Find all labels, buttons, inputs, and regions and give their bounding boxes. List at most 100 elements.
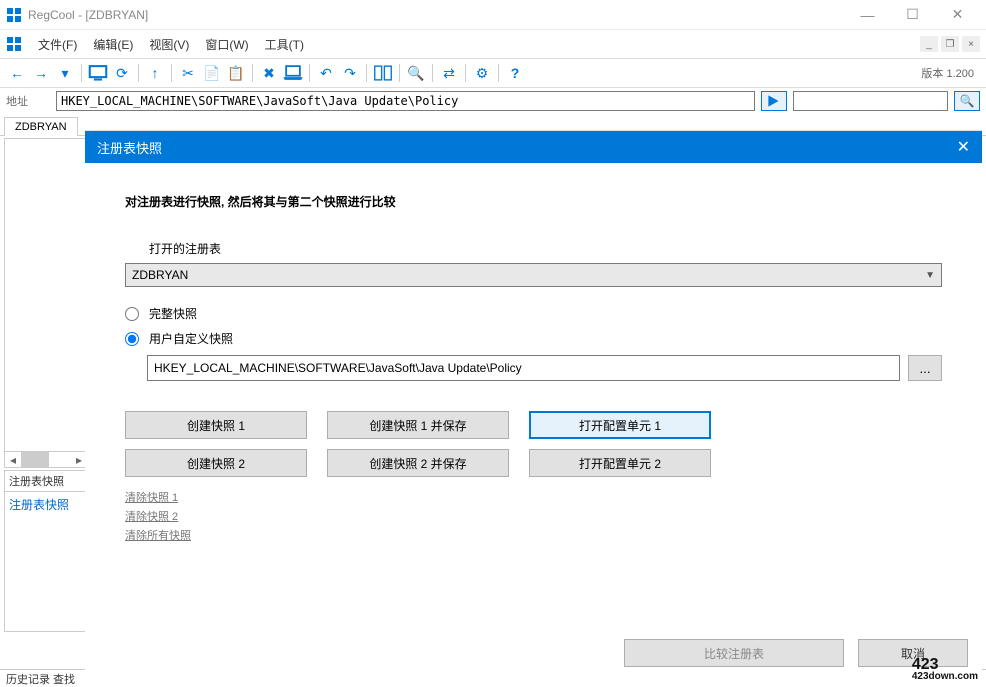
dialog-body: 对注册表进行快照, 然后将其与第二个快照进行比较 打开的注册表 ZDBRYAN … [85, 163, 982, 629]
minimize-button[interactable]: — [845, 1, 890, 29]
horizontal-scrollbar[interactable]: ◂ ▸ [5, 451, 87, 467]
snapshot-item[interactable]: 注册表快照 [9, 498, 69, 512]
dialog-close-icon[interactable]: ✕ [957, 137, 970, 157]
scroll-left-icon[interactable]: ◂ [5, 452, 21, 467]
dialog-title: 注册表快照 [97, 138, 162, 157]
registry-combo[interactable]: ZDBRYAN ▼ [125, 263, 942, 287]
open-hive-2-button[interactable]: 打开配置单元 2 [529, 449, 711, 477]
copy-icon[interactable]: 📄 [201, 62, 223, 84]
app-menu-icon [6, 36, 22, 52]
separator [171, 64, 172, 82]
mdi-controls: _ ❐ × [920, 36, 980, 52]
window-title: RegCool - [ZDBRYAN] [28, 8, 845, 22]
search-icon[interactable]: 🔍 [405, 62, 427, 84]
version-label: 版本 1.200 [921, 65, 980, 81]
mdi-minimize-button[interactable]: _ [920, 36, 938, 52]
up-icon[interactable]: ↑ [144, 62, 166, 84]
open-registry-label: 打开的注册表 [149, 240, 942, 257]
separator [252, 64, 253, 82]
snapshot-section: 注册表快照 注册表快照 [4, 470, 88, 632]
separator [432, 64, 433, 82]
menu-view[interactable]: 视图(V) [141, 32, 197, 57]
mdi-restore-button[interactable]: ❐ [941, 36, 959, 52]
close-button[interactable]: ✕ [935, 1, 980, 29]
menu-edit[interactable]: 编辑(E) [85, 32, 141, 57]
radio-full-input[interactable] [125, 307, 139, 321]
address-label: 地址 [6, 93, 50, 109]
clear-all-snapshots-link[interactable]: 清除所有快照 [125, 527, 942, 543]
radio-user-input[interactable] [125, 332, 139, 346]
link-row: 清除快照 1 清除快照 2 清除所有快照 [125, 489, 942, 543]
snapshot-section-content: 注册表快照 [4, 492, 88, 632]
button-row-1: 创建快照 1 创建快照 1 并保存 打开配置单元 1 [125, 411, 942, 439]
button-row-2: 创建快照 2 创建快照 2 并保存 打开配置单元 2 [125, 449, 942, 477]
forward-icon[interactable]: → [30, 62, 52, 84]
separator [465, 64, 466, 82]
toolbar: ← → ▾ ⟳ ↑ ✂ 📄 📋 ✖ ↶ ↷ 🔍 ⇄ ⚙ ? 版本 1.200 [0, 58, 986, 88]
radio-full-label: 完整快照 [149, 305, 197, 322]
browse-button[interactable]: ... [908, 355, 942, 381]
maximize-button[interactable]: ☐ [890, 1, 935, 29]
settings-icon[interactable]: ⚙ [471, 62, 493, 84]
radio-full-snapshot[interactable]: 完整快照 [125, 305, 942, 322]
address-bar: 地址 🔍 [0, 88, 986, 114]
back-icon[interactable]: ← [6, 62, 28, 84]
watermark: 423 423down.com [912, 658, 978, 681]
computer-icon[interactable] [87, 62, 109, 84]
registry-combo-value: ZDBRYAN [132, 268, 188, 282]
laptop-icon[interactable] [282, 62, 304, 84]
menu-window[interactable]: 窗口(W) [197, 32, 256, 57]
compare-registry-button[interactable]: 比较注册表 [624, 639, 844, 667]
separator [399, 64, 400, 82]
scroll-thumb[interactable] [21, 452, 49, 467]
toggle-icon[interactable]: ⇄ [438, 62, 460, 84]
watermark-small: 423down.com [912, 672, 978, 681]
status-history-label: 历史记录 查找 [6, 671, 82, 686]
goto-button[interactable] [761, 91, 787, 111]
snapshot-dialog: 注册表快照 ✕ 对注册表进行快照, 然后将其与第二个快照进行比较 打开的注册表 … [85, 130, 982, 683]
chevron-down-icon: ▼ [925, 270, 935, 281]
cut-icon[interactable]: ✂ [177, 62, 199, 84]
separator [498, 64, 499, 82]
window-controls: — ☐ ✕ [845, 1, 980, 29]
title-bar: RegCool - [ZDBRYAN] — ☐ ✕ [0, 0, 986, 30]
path-input[interactable] [147, 355, 900, 381]
radio-user-label: 用户自定义快照 [149, 330, 233, 347]
create-snapshot-2-save-button[interactable]: 创建快照 2 并保存 [327, 449, 509, 477]
refresh-icon[interactable]: ⟳ [111, 62, 133, 84]
app-icon [6, 7, 22, 23]
mdi-close-button[interactable]: × [962, 36, 980, 52]
search-button[interactable]: 🔍 [954, 91, 980, 111]
search-input[interactable] [793, 91, 948, 111]
menu-tools[interactable]: 工具(T) [257, 32, 312, 57]
separator [309, 64, 310, 82]
separator [138, 64, 139, 82]
dialog-description: 对注册表进行快照, 然后将其与第二个快照进行比较 [125, 193, 942, 210]
dialog-footer: 比较注册表 取消 [85, 629, 982, 683]
path-row: ... [147, 355, 942, 381]
dropdown-icon[interactable]: ▾ [54, 62, 76, 84]
delete-icon[interactable]: ✖ [258, 62, 280, 84]
separator [81, 64, 82, 82]
redo-icon[interactable]: ↷ [339, 62, 361, 84]
compare-icon[interactable] [372, 62, 394, 84]
snapshot-section-label: 注册表快照 [4, 470, 88, 492]
open-hive-1-button[interactable]: 打开配置单元 1 [529, 411, 711, 439]
tab-zdbryan[interactable]: ZDBRYAN [4, 117, 78, 136]
undo-icon[interactable]: ↶ [315, 62, 337, 84]
create-snapshot-2-button[interactable]: 创建快照 2 [125, 449, 307, 477]
paste-icon[interactable]: 📋 [225, 62, 247, 84]
menu-bar: 文件(F) 编辑(E) 视图(V) 窗口(W) 工具(T) _ ❐ × [0, 30, 986, 58]
radio-user-snapshot[interactable]: 用户自定义快照 [125, 330, 942, 347]
clear-snapshot-1-link[interactable]: 清除快照 1 [125, 489, 942, 505]
address-input[interactable] [56, 91, 755, 111]
create-snapshot-1-button[interactable]: 创建快照 1 [125, 411, 307, 439]
create-snapshot-1-save-button[interactable]: 创建快照 1 并保存 [327, 411, 509, 439]
help-icon[interactable]: ? [504, 62, 526, 84]
menu-file[interactable]: 文件(F) [30, 32, 85, 57]
dialog-titlebar: 注册表快照 ✕ [85, 131, 982, 163]
tree-area[interactable] [5, 139, 87, 451]
clear-snapshot-2-link[interactable]: 清除快照 2 [125, 508, 942, 524]
tree-panel: ◂ ▸ [4, 138, 88, 468]
separator [366, 64, 367, 82]
